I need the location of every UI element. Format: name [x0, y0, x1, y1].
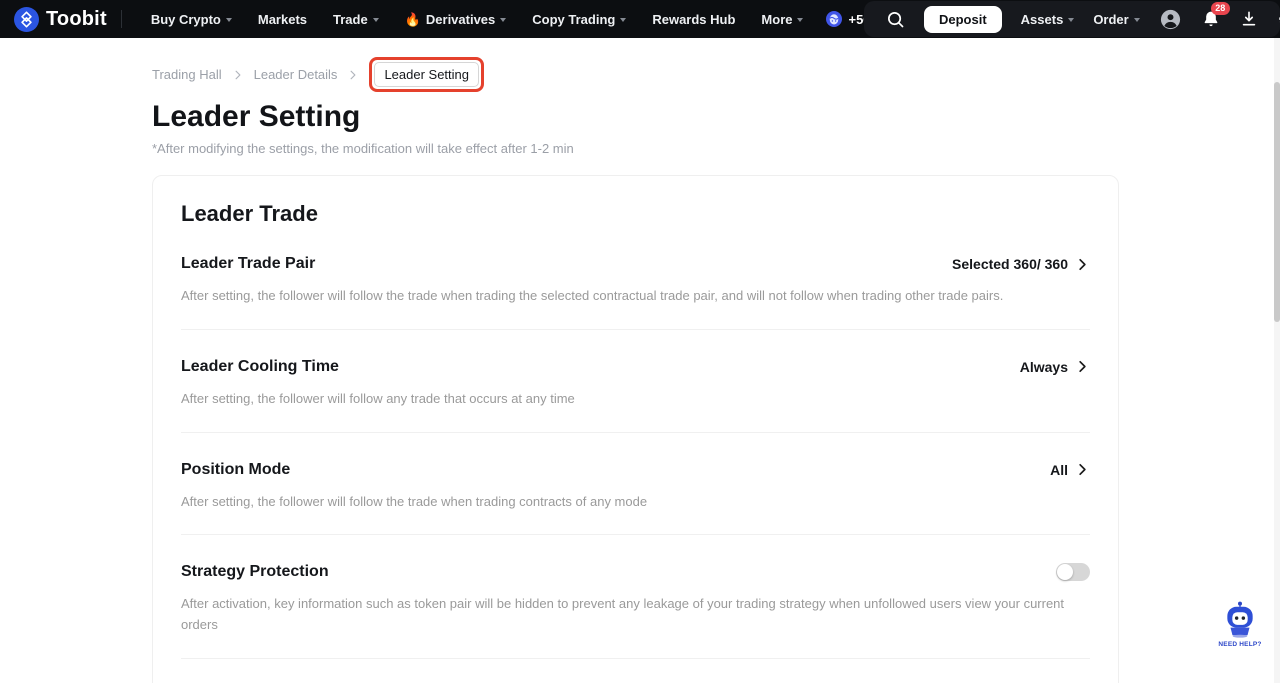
breadcrumb-leader-details[interactable]: Leader Details	[254, 67, 338, 82]
nav-item-buy-crypto[interactable]: Buy Crypto	[151, 12, 232, 27]
top-nav: Toobit Buy Crypto Markets Trade 🔥 Deriva…	[0, 0, 1280, 38]
egg-bonus-icon	[826, 11, 842, 27]
nav-item-label: Rewards Hub	[652, 12, 735, 27]
nav-item-label: Buy Crypto	[151, 12, 221, 27]
toobit-logo-icon	[14, 7, 39, 32]
notifications-bell-icon[interactable]: 28	[1201, 9, 1221, 29]
notification-count-badge: 28	[1211, 2, 1230, 15]
breadcrumb: Trading Hall Leader Details Leader Setti…	[152, 57, 484, 92]
row-title: Leader Trade Pair	[181, 255, 315, 273]
nav-right-cluster: Deposit Assets Order	[864, 1, 1280, 37]
search-icon[interactable]	[886, 10, 905, 29]
caret-down-icon	[797, 18, 803, 22]
breadcrumb-trading-hall[interactable]: Trading Hall	[152, 67, 222, 82]
row-value-text: Selected 360/ 360	[952, 256, 1068, 272]
chevron-right-icon	[1075, 257, 1090, 272]
nav-item-label: Assets	[1021, 12, 1064, 27]
nav-item-label: Markets	[258, 12, 307, 27]
row-description: After setting, the follower will follow …	[181, 286, 1090, 307]
nav-item-markets[interactable]: Markets	[258, 12, 307, 27]
nav-left: Toobit Buy Crypto Markets Trade 🔥 Deriva…	[0, 0, 938, 38]
position-mode-selector[interactable]: All	[1050, 462, 1090, 478]
strategy-protection-toggle[interactable]	[1056, 563, 1090, 581]
section-heading-leader-trade: Leader Trade	[181, 201, 1090, 227]
row-title: Position Mode	[181, 461, 290, 479]
nav-item-label: Order	[1093, 12, 1128, 27]
download-app-icon[interactable]	[1240, 10, 1258, 28]
leader-trade-pair-selector[interactable]: Selected 360/ 360	[952, 256, 1090, 272]
brand-name: Toobit	[46, 8, 107, 31]
leader-cooling-time-selector[interactable]: Always	[1020, 359, 1090, 375]
nav-item-trade[interactable]: Trade	[333, 12, 379, 27]
row-description: After activation, key information such a…	[181, 594, 1090, 636]
need-help-label: NEED HELP?	[1218, 641, 1262, 648]
caret-down-icon	[620, 18, 626, 22]
need-help-widget[interactable]: NEED HELP?	[1218, 600, 1262, 648]
nav-item-label: Derivatives	[426, 12, 495, 27]
support-robot-icon	[1221, 600, 1259, 643]
row-title: Strategy Protection	[181, 563, 329, 581]
caret-down-icon	[226, 18, 232, 22]
caret-down-icon	[500, 18, 506, 22]
row-description: After setting, the follower will follow …	[181, 389, 1090, 410]
setting-row-leader-trade-pair: Leader Trade Pair Selected 360/ 360 Afte…	[181, 227, 1090, 330]
chevron-right-icon	[347, 69, 359, 81]
nav-item-label: Copy Trading	[532, 12, 615, 27]
chevron-right-icon	[1075, 462, 1090, 477]
scrollbar-track	[1274, 38, 1280, 683]
setting-row-leader-cooling-time: Leader Cooling Time Always After setting…	[181, 330, 1090, 433]
nav-item-derivatives[interactable]: 🔥 Derivatives	[405, 12, 507, 27]
divider	[181, 658, 1090, 659]
nav-item-assets[interactable]: Assets	[1021, 12, 1075, 27]
settings-card: Leader Trade Leader Trade Pair Selected …	[152, 175, 1119, 683]
row-description: After setting, the follower will follow …	[181, 492, 1090, 513]
toggle-knob	[1057, 564, 1073, 580]
brand-logo[interactable]: Toobit	[14, 7, 107, 32]
page: Toobit Buy Crypto Markets Trade 🔥 Deriva…	[0, 0, 1280, 683]
caret-down-icon	[373, 18, 379, 22]
setting-row-strategy-protection: Strategy Protection After activation, ke…	[181, 535, 1090, 659]
nav-item-rewards-hub[interactable]: Rewards Hub	[652, 12, 735, 27]
breadcrumb-leader-setting[interactable]: Leader Setting	[374, 62, 479, 87]
nav-item-copy-trading[interactable]: Copy Trading	[532, 12, 626, 27]
caret-down-icon	[1068, 18, 1074, 22]
chevron-right-icon	[1075, 359, 1090, 374]
fire-icon: 🔥	[405, 13, 421, 26]
deposit-button[interactable]: Deposit	[924, 6, 1002, 33]
nav-item-label: More	[761, 12, 792, 27]
annotation-highlight-box: Leader Setting	[369, 57, 484, 92]
caret-down-icon	[1134, 18, 1140, 22]
row-title: Leader Cooling Time	[181, 358, 339, 376]
nav-item-more[interactable]: More	[761, 12, 803, 27]
nav-item-order[interactable]: Order	[1093, 12, 1139, 27]
profile-avatar-icon[interactable]	[1159, 8, 1182, 31]
setting-row-position-mode: Position Mode All After setting, the fol…	[181, 433, 1090, 536]
row-value-text: Always	[1020, 359, 1068, 375]
scrollbar-thumb[interactable]	[1274, 82, 1280, 322]
row-value-text: All	[1050, 462, 1068, 478]
page-subtitle: *After modifying the settings, the modif…	[152, 141, 574, 156]
chevron-right-icon	[232, 69, 244, 81]
nav-item-label: Trade	[333, 12, 368, 27]
nav-divider	[121, 10, 122, 28]
page-title: Leader Setting	[152, 100, 360, 134]
